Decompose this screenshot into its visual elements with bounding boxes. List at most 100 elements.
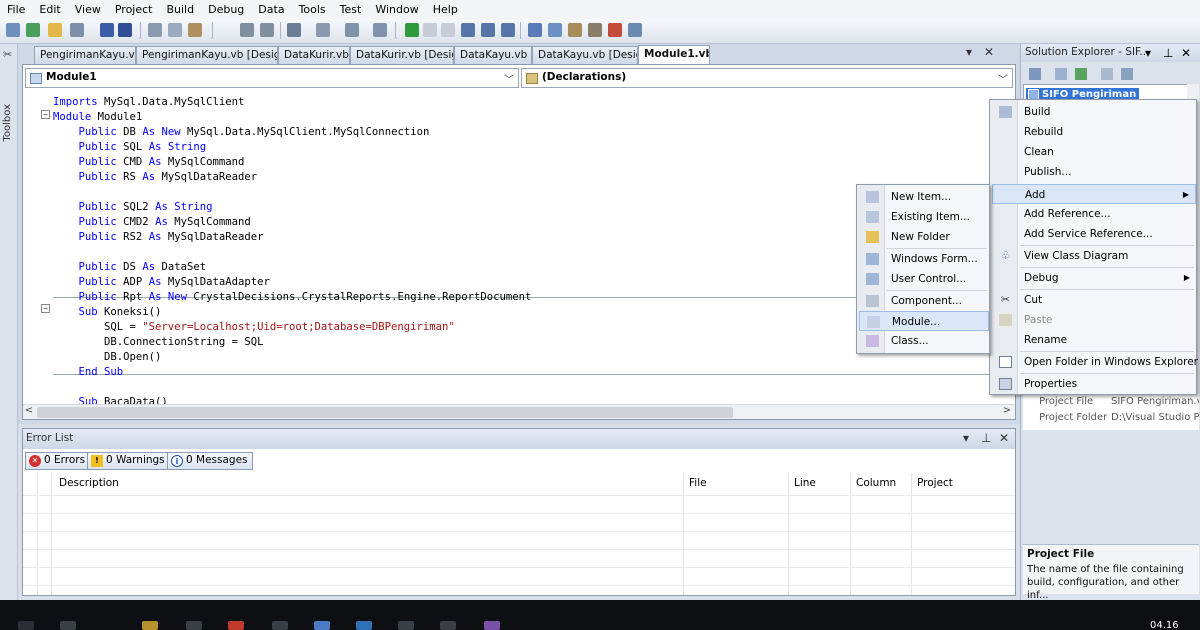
menu-item-rename[interactable]: Rename	[992, 330, 1196, 350]
code-line[interactable]: Public CMD2 As MySqlCommand	[53, 215, 251, 230]
explorer-icon[interactable]	[142, 621, 158, 630]
pin-icon[interactable]: ⊥	[981, 431, 991, 445]
uncomment-icon[interactable]	[260, 23, 274, 37]
menu-file[interactable]: File	[0, 0, 32, 19]
code-line[interactable]: End Sub	[53, 365, 124, 380]
tab-list-dropdown-icon[interactable]: ▾	[966, 45, 972, 59]
redo-icon[interactable]	[316, 23, 330, 37]
warnings-filter-button[interactable]: ! 0 Warnings	[87, 452, 170, 470]
menu-tools[interactable]: Tools	[292, 0, 333, 19]
submenu-item-component[interactable]: Component...	[859, 291, 989, 311]
code-line[interactable]: Public DB As New MySql.Data.MySqlClient.…	[53, 125, 430, 140]
tab-datakurir-design[interactable]: DataKurir.vb [Design]	[350, 46, 454, 64]
class-name-combo[interactable]: Module1 ﹀	[25, 68, 519, 88]
copy-icon[interactable]	[168, 23, 182, 37]
menu-item-clean[interactable]: Clean	[992, 142, 1196, 162]
chrome-icon[interactable]	[314, 621, 330, 630]
column-header-line[interactable]: Line	[794, 477, 816, 489]
tab-pengirimankayu-vb[interactable]: PengirimanKayu.vb	[34, 46, 136, 64]
toolbox-strip[interactable]: ✂ Toolbox	[0, 44, 18, 600]
open-file-icon[interactable]	[48, 23, 62, 37]
start-button-icon[interactable]	[18, 621, 34, 630]
code-line[interactable]: Public SQL As String	[53, 140, 207, 155]
menu-item-publish[interactable]: Publish...	[992, 162, 1196, 182]
menu-project[interactable]: Project	[108, 0, 160, 19]
errors-filter-button[interactable]: ✕ 0 Errors	[25, 452, 91, 470]
menu-item-debug[interactable]: Debug ▶	[992, 268, 1196, 288]
paste-icon[interactable]	[188, 23, 202, 37]
menu-item-cut[interactable]: ✂ Cut	[992, 290, 1196, 310]
start-page-icon[interactable]	[628, 23, 642, 37]
app-icon[interactable]	[228, 621, 244, 630]
step-into-icon[interactable]	[461, 23, 475, 37]
menu-item-properties[interactable]: Properties	[992, 374, 1196, 394]
panel-dropdown-icon[interactable]: ▾	[1145, 46, 1151, 60]
code-line[interactable]: Module Module1	[53, 110, 142, 125]
menu-test[interactable]: Test	[333, 0, 369, 19]
pause-icon[interactable]	[423, 23, 437, 37]
column-header-column[interactable]: Column	[856, 477, 896, 489]
cut-icon[interactable]	[148, 23, 162, 37]
tab-datakayu-design[interactable]: DataKayu.vb [Design]	[532, 46, 638, 64]
view-code-icon[interactable]	[1101, 68, 1113, 80]
browser-icon[interactable]	[60, 621, 76, 630]
column-header-description[interactable]: Description	[59, 477, 119, 489]
tab-datakurir-vb[interactable]: DataKurir.vb	[278, 46, 350, 64]
menu-item-view-class-diagram[interactable]: ♧ View Class Diagram	[992, 246, 1196, 266]
app-icon[interactable]	[272, 621, 288, 630]
messages-filter-button[interactable]: i 0 Messages	[167, 452, 253, 470]
app-icon[interactable]	[440, 621, 456, 630]
submenu-item-class[interactable]: Class...	[859, 331, 989, 351]
collapse-sub-icon[interactable]: −	[41, 304, 50, 313]
menu-item-add-service-reference[interactable]: Add Service Reference...	[992, 224, 1196, 244]
close-document-icon[interactable]: ✕	[984, 45, 994, 59]
column-header-project[interactable]: Project	[917, 477, 953, 489]
media-icon[interactable]	[186, 621, 202, 630]
solution-explorer-icon[interactable]	[548, 23, 562, 37]
code-line[interactable]: Public DS As DataSet	[53, 260, 207, 275]
tab-datakayu-vb[interactable]: DataKayu.vb	[454, 46, 532, 64]
close-icon[interactable]: ✕	[1181, 46, 1191, 60]
app-icon[interactable]	[398, 621, 414, 630]
step-over-icon[interactable]	[481, 23, 495, 37]
show-all-files-icon[interactable]	[1055, 68, 1067, 80]
navigate-forward-icon[interactable]	[373, 23, 387, 37]
menu-item-open-folder[interactable]: Open Folder in Windows Explorer	[992, 352, 1198, 372]
object-browser-icon[interactable]	[608, 23, 622, 37]
pin-icon[interactable]: ⊥	[1163, 46, 1173, 60]
code-line[interactable]: Sub Koneksi()	[53, 305, 162, 320]
submenu-item-module[interactable]: Module...	[859, 311, 989, 331]
scrollbar-thumb[interactable]	[37, 407, 733, 418]
submenu-item-windows-form[interactable]: Windows Form...	[859, 249, 989, 269]
property-row[interactable]: Project File SIFO Pengiriman.vb	[1023, 394, 1199, 410]
code-line[interactable]: DB.ConnectionString = SQL	[53, 335, 263, 350]
submenu-item-new-folder[interactable]: New Folder	[859, 227, 989, 247]
visual-studio-icon[interactable]	[484, 621, 500, 630]
code-line[interactable]: Public CMD As MySqlCommand	[53, 155, 245, 170]
menu-data[interactable]: Data	[251, 0, 291, 19]
code-line[interactable]: Public RS As MySqlDataReader	[53, 170, 258, 185]
close-icon[interactable]: ✕	[999, 431, 1009, 445]
menu-help[interactable]: Help	[426, 0, 465, 19]
code-line[interactable]: Imports MySql.Data.MySqlClient	[53, 95, 244, 110]
horizontal-scrollbar[interactable]: < >	[23, 404, 1015, 419]
code-line[interactable]: SQL = "Server=Localhost;Uid=root;Databas…	[53, 320, 455, 335]
clock[interactable]: 04.16	[1150, 620, 1179, 630]
save-all-icon[interactable]	[118, 23, 132, 37]
navigate-backward-icon[interactable]	[345, 23, 359, 37]
add-item-icon[interactable]	[26, 23, 40, 37]
find-icon[interactable]	[528, 23, 542, 37]
properties-icon[interactable]	[568, 23, 582, 37]
submenu-item-user-control[interactable]: User Control...	[859, 269, 989, 289]
toolbox-icon[interactable]	[588, 23, 602, 37]
menu-item-add[interactable]: Add ▶	[992, 184, 1196, 204]
menu-edit[interactable]: Edit	[32, 0, 67, 19]
app-icon[interactable]	[356, 621, 372, 630]
comment-icon[interactable]	[240, 23, 254, 37]
properties-icon[interactable]	[1029, 68, 1041, 80]
menu-item-build[interactable]: Build	[992, 102, 1196, 122]
tab-module1-vb[interactable]: Module1.vb	[638, 45, 710, 64]
save-icon[interactable]	[100, 23, 114, 37]
method-name-combo[interactable]: (Declarations) ﹀	[521, 68, 1013, 88]
code-line[interactable]: DB.Open()	[53, 350, 161, 365]
